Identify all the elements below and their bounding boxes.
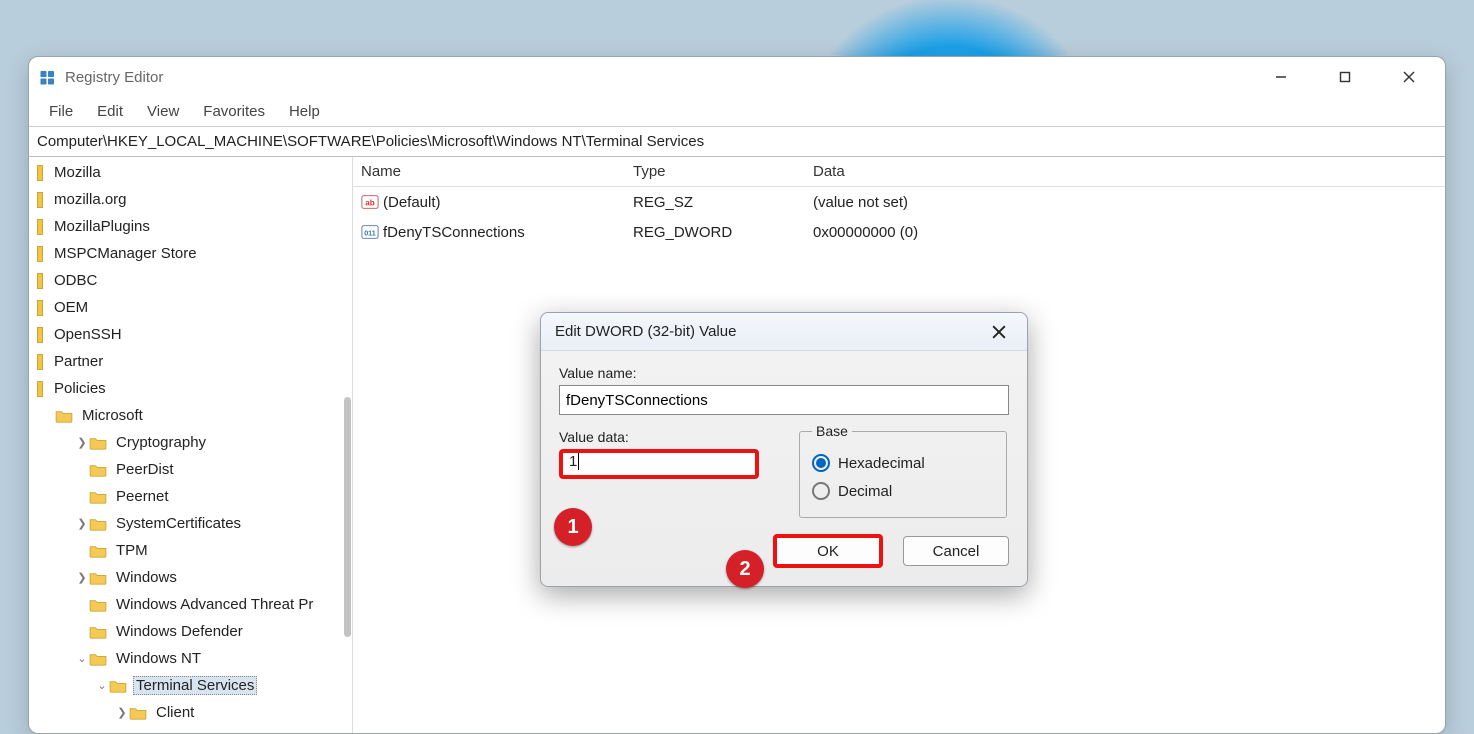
folder-icon [89,598,107,612]
dword-value-icon: 011 [361,223,379,241]
annotation-callout-1: 1 [554,508,592,546]
value-data: 0x00000000 (0) [805,224,1445,241]
tree-item-openssh[interactable]: OpenSSH [29,321,352,348]
folder-icon [37,192,43,208]
tree-item-microsoft[interactable]: Microsoft [29,402,352,429]
value-name-label: Value name: [559,365,1009,381]
tree-item-mozillaplugins[interactable]: MozillaPlugins [29,213,352,240]
chevron-down-icon[interactable]: ⌄ [95,679,109,692]
dialog-titlebar[interactable]: Edit DWORD (32-bit) Value [541,313,1027,351]
dialog-title: Edit DWORD (32-bit) Value [555,323,736,340]
folder-icon [37,165,43,181]
col-type[interactable]: Type [625,163,805,180]
folder-icon [89,436,107,450]
tree-item-terminal-services[interactable]: ⌄Terminal Services [29,672,352,699]
menu-favorites[interactable]: Favorites [191,99,277,124]
tree-item-policies[interactable]: Policies [29,375,352,402]
tree-pane[interactable]: Mozilla mozilla.org MozillaPlugins MSPCM… [29,157,353,733]
string-value-icon: ab [361,193,379,211]
tree-item-odbc[interactable]: ODBC [29,267,352,294]
tree-item-windowsnt[interactable]: ⌄Windows NT [29,645,352,672]
base-label: Base [812,423,852,439]
edit-dword-dialog: Edit DWORD (32-bit) Value Value name: Va… [540,312,1028,587]
folder-icon [37,246,43,262]
scrollbar-thumb[interactable] [344,397,351,637]
list-row[interactable]: 011 fDenyTSConnections REG_DWORD 0x00000… [353,217,1445,247]
menubar: File Edit View Favorites Help [29,97,1445,127]
folder-icon [89,463,107,477]
minimize-button[interactable] [1249,57,1313,97]
desktop-background-swirl [740,0,1160,60]
menu-view[interactable]: View [135,99,191,124]
folder-icon [37,300,43,316]
list-row[interactable]: ab (Default) REG_SZ (value not set) [353,187,1445,217]
radio-icon [812,482,830,500]
tree-item-mozillaorg[interactable]: mozilla.org [29,186,352,213]
value-type: REG_DWORD [625,224,805,241]
window-title: Registry Editor [65,69,163,86]
tree-item-mspcmanager[interactable]: MSPCManager Store [29,240,352,267]
maximize-button[interactable] [1313,57,1377,97]
cancel-button[interactable]: Cancel [903,536,1009,566]
chevron-right-icon[interactable]: ❯ [75,517,89,530]
address-path: Computer\HKEY_LOCAL_MACHINE\SOFTWARE\Pol… [37,133,704,150]
folder-icon [89,544,107,558]
tree-item-windows[interactable]: ❯Windows [29,564,352,591]
tree-item-oem[interactable]: OEM [29,294,352,321]
menu-file[interactable]: File [37,99,85,124]
tree-item-peerdist[interactable]: PeerDist [29,456,352,483]
ok-button[interactable]: OK [773,534,883,568]
tree-item-cryptography[interactable]: ❯Cryptography [29,429,352,456]
chevron-down-icon[interactable]: ⌄ [75,652,89,665]
folder-icon [37,219,43,235]
folder-icon [129,706,147,720]
address-bar[interactable]: Computer\HKEY_LOCAL_MACHINE\SOFTWARE\Pol… [29,127,1445,157]
value-name: (Default) [383,194,441,211]
annotation-callout-2: 2 [726,550,764,588]
value-name-input[interactable] [559,385,1009,415]
folder-icon [109,679,127,693]
col-data[interactable]: Data [805,163,1445,180]
value-data-label: Value data: [559,429,769,445]
svg-text:ab: ab [365,199,374,208]
list-header[interactable]: Name Type Data [353,157,1445,187]
menu-edit[interactable]: Edit [85,99,135,124]
app-icon [39,68,57,86]
folder-icon [89,517,107,531]
folder-icon [89,571,107,585]
folder-icon [89,625,107,639]
menu-help[interactable]: Help [277,99,332,124]
tree-item-client[interactable]: ❯Client [29,699,352,726]
folder-icon [37,381,43,397]
svg-text:011: 011 [364,229,376,238]
tree-item-peernet[interactable]: Peernet [29,483,352,510]
close-button[interactable] [1377,57,1441,97]
value-data-input[interactable]: 1 [559,449,759,479]
value-data: (value not set) [805,194,1445,211]
value-name: fDenyTSConnections [383,224,525,241]
chevron-right-icon[interactable]: ❯ [75,436,89,449]
folder-icon [55,409,73,423]
dialog-close-button[interactable] [985,318,1013,346]
base-group: Base Hexadecimal Decimal [799,423,1007,518]
tree-item-tpm[interactable]: TPM [29,537,352,564]
chevron-right-icon[interactable]: ❯ [115,706,129,719]
radio-icon [812,454,830,472]
folder-icon [89,652,107,666]
folder-icon [89,490,107,504]
radio-hexadecimal[interactable]: Hexadecimal [812,449,994,477]
tree-item-systemcertificates[interactable]: ❯SystemCertificates [29,510,352,537]
radio-decimal[interactable]: Decimal [812,477,994,505]
value-type: REG_SZ [625,194,805,211]
tree-item-mozilla[interactable]: Mozilla [29,159,352,186]
folder-icon [37,354,43,370]
folder-icon [37,327,43,343]
chevron-right-icon[interactable]: ❯ [75,571,89,584]
tree-item-partner[interactable]: Partner [29,348,352,375]
col-name[interactable]: Name [353,163,625,180]
titlebar[interactable]: Registry Editor [29,57,1445,97]
tree-item-watp[interactable]: Windows Advanced Threat Pr [29,591,352,618]
tree-item-defender[interactable]: Windows Defender [29,618,352,645]
folder-icon [37,273,43,289]
